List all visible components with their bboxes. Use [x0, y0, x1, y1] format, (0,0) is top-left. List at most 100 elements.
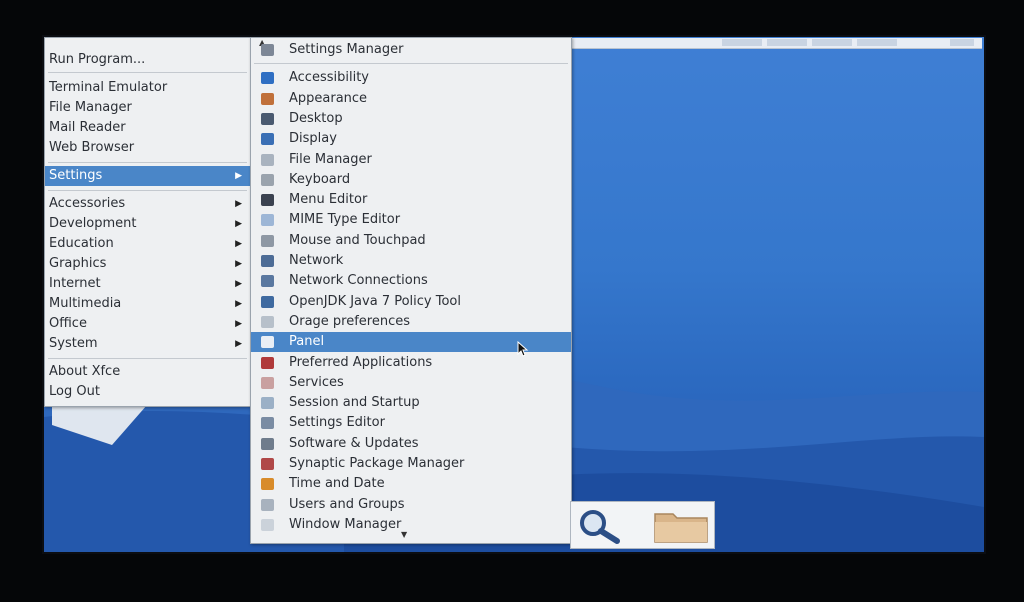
- java-icon: [261, 295, 274, 308]
- menu-item-label: Display: [289, 131, 337, 147]
- panel-clock[interactable]: [950, 39, 974, 46]
- submenu-arrow-icon: ▶: [235, 279, 242, 289]
- settings-item-file-manager[interactable]: File Manager: [251, 150, 571, 170]
- menu-separator: [48, 162, 247, 163]
- menu-item-label: Web Browser: [49, 140, 135, 155]
- menu-item-label: Accessories: [49, 196, 126, 211]
- menu-item-label: MIME Type Editor: [289, 212, 401, 228]
- submenu-arrow-icon: ▶: [235, 319, 242, 329]
- menu-item-label: Synaptic Package Manager: [289, 456, 465, 471]
- menu-item-web-browser[interactable]: Web Browser: [45, 138, 250, 158]
- menu-item-label: System: [49, 336, 98, 351]
- settings-item-mouse-and-touchpad[interactable]: Mouse and Touchpad: [251, 231, 571, 251]
- menu-item-about-xfce[interactable]: About Xfce: [45, 362, 250, 382]
- submenu-arrow-icon: ▶: [235, 171, 242, 181]
- menu-item-label: Session and Startup: [289, 395, 420, 411]
- menu-item-label: Log Out: [49, 384, 100, 399]
- menu-item-label: Preferred Applications: [289, 354, 433, 370]
- menu-item-log-out[interactable]: Log Out: [45, 382, 250, 402]
- menu-separator: [48, 72, 247, 73]
- submenu-arrow-icon: ▶: [235, 339, 242, 349]
- menu-item-label: Education: [49, 236, 114, 251]
- settings-item-synaptic-package-manager[interactable]: Synaptic Package Manager: [251, 454, 571, 474]
- display-icon: [261, 133, 274, 146]
- menu-separator: [48, 190, 247, 191]
- folder-icon[interactable]: [653, 508, 709, 544]
- settings-editor-icon: [261, 417, 274, 430]
- settings-item-orage-preferences[interactable]: Orage preferences: [251, 312, 571, 332]
- menu-item-mail-reader[interactable]: Mail Reader: [45, 118, 250, 138]
- panel-task[interactable]: [722, 39, 762, 46]
- settings-item-settings-editor[interactable]: Settings Editor: [251, 413, 571, 433]
- settings-item-network-connections[interactable]: Network Connections: [251, 271, 571, 291]
- menu-item-label: Appearance: [289, 90, 368, 106]
- menu-item-label: Mouse and Touchpad: [289, 232, 426, 248]
- preferred-applications-icon: [261, 356, 274, 369]
- menu-item-label: Network Connections: [289, 273, 428, 289]
- bottom-dock: [570, 501, 715, 549]
- panel-task[interactable]: [857, 39, 897, 46]
- menu-item-file-manager[interactable]: File Manager: [45, 98, 250, 118]
- mouse-pointer-icon: [517, 341, 529, 357]
- menu-separator: [254, 63, 568, 65]
- settings-item-keyboard[interactable]: Keyboard: [251, 170, 571, 190]
- menu-item-run-program[interactable]: Run Program...: [45, 50, 250, 70]
- menu-item-label: File Manager: [49, 100, 132, 115]
- menu-item-terminal-emulator[interactable]: Terminal Emulator: [45, 78, 250, 98]
- settings-item-display[interactable]: Display: [251, 129, 571, 149]
- menu-item-accessories[interactable]: Accessories ▶: [45, 194, 250, 214]
- menu-item-label: Time and Date: [289, 476, 385, 492]
- accessibility-icon: [261, 72, 274, 85]
- settings-item-network[interactable]: Network: [251, 251, 571, 271]
- menu-item-label: OpenJDK Java 7 Policy Tool: [289, 293, 461, 309]
- settings-item-accessibility[interactable]: Accessibility: [251, 68, 571, 88]
- submenu-arrow-icon: ▶: [235, 239, 242, 249]
- menu-item-label: Window Manager: [289, 516, 402, 532]
- menu-item-label: Panel: [289, 334, 325, 350]
- settings-item-mime-type-editor[interactable]: MIME Type Editor: [251, 210, 571, 230]
- menu-item-system[interactable]: System ▶: [45, 334, 250, 354]
- menu-item-label: Settings Manager: [289, 42, 404, 57]
- panel-task[interactable]: [767, 39, 807, 46]
- menu-item-label: Development: [49, 216, 137, 231]
- settings-manager-icon: [261, 44, 274, 56]
- settings-submenu: ▲ Settings Manager Accessibility Appearanc…: [250, 37, 572, 544]
- services-icon: [261, 376, 274, 389]
- menu-item-label: Users and Groups: [289, 496, 405, 512]
- menu-item-label: Menu Editor: [289, 192, 368, 208]
- menu-item-internet[interactable]: Internet ▶: [45, 274, 250, 294]
- menu-separator: [48, 358, 247, 359]
- menu-item-settings[interactable]: Settings ▶: [45, 166, 250, 186]
- keyboard-icon: [261, 173, 274, 186]
- menu-item-label: Terminal Emulator: [49, 80, 168, 95]
- top-panel: [572, 38, 982, 49]
- menu-item-education[interactable]: Education ▶: [45, 234, 250, 254]
- submenu-arrow-icon: ▶: [235, 199, 242, 209]
- settings-item-desktop[interactable]: Desktop: [251, 109, 571, 129]
- settings-item-software-updates[interactable]: Software & Updates: [251, 434, 571, 454]
- settings-item-window-manager[interactable]: Window Manager: [251, 515, 571, 535]
- settings-item-appearance[interactable]: Appearance: [251, 89, 571, 109]
- settings-item-services[interactable]: Services: [251, 373, 571, 393]
- menu-item-multimedia[interactable]: Multimedia ▶: [45, 294, 250, 314]
- desktop-icon: [261, 112, 274, 125]
- settings-item-openjdk-java-7-policy-tool[interactable]: OpenJDK Java 7 Policy Tool: [251, 292, 571, 312]
- settings-item-settings-manager[interactable]: Settings Manager: [251, 40, 571, 60]
- panel-task[interactable]: [812, 39, 852, 46]
- network-icon: [261, 255, 274, 267]
- scroll-down-icon[interactable]: ▼: [401, 530, 407, 539]
- menu-item-development[interactable]: Development ▶: [45, 214, 250, 234]
- settings-item-session-and-startup[interactable]: Session and Startup: [251, 393, 571, 413]
- software-updates-icon: [261, 437, 274, 450]
- menu-item-graphics[interactable]: Graphics ▶: [45, 254, 250, 274]
- settings-item-users-and-groups[interactable]: Users and Groups: [251, 495, 571, 515]
- menu-item-label: Accessibility: [289, 70, 369, 86]
- menu-item-label: Settings: [49, 168, 103, 183]
- menu-item-office[interactable]: Office ▶: [45, 314, 250, 334]
- settings-item-time-and-date[interactable]: Time and Date: [251, 474, 571, 494]
- settings-item-menu-editor[interactable]: Menu Editor: [251, 190, 571, 210]
- mouse-icon: [261, 234, 274, 247]
- menu-item-label: Multimedia: [49, 296, 122, 311]
- search-icon[interactable]: [575, 506, 625, 544]
- synaptic-icon: [261, 458, 274, 470]
